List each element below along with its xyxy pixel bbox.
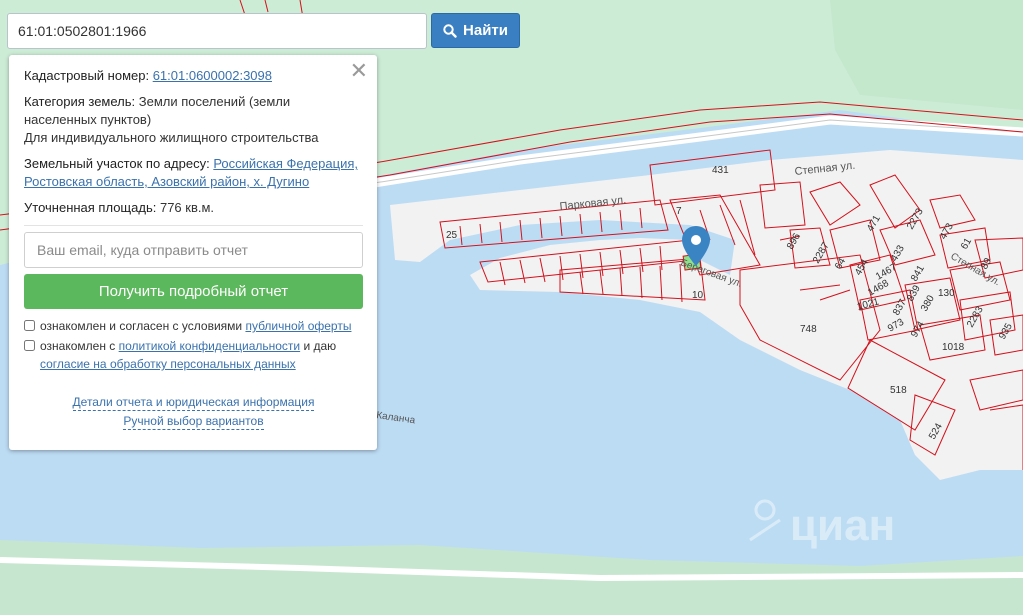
get-report-button[interactable]: Получить подробный отчет: [24, 274, 363, 309]
public-offer-link[interactable]: публичной оферты: [245, 319, 351, 333]
cadastral-search-input[interactable]: [7, 13, 427, 49]
address-label: Земельный участок по адресу:: [24, 156, 210, 171]
personal-data-consent-link[interactable]: согласие на обработку персональных данны…: [40, 357, 296, 371]
close-icon[interactable]: ✕: [350, 60, 368, 82]
manual-selection-link[interactable]: Ручной выбор вариантов: [123, 414, 264, 430]
consent-privacy-line2: согласие на обработку персональных данны…: [24, 355, 363, 373]
cadastral-row: Кадастровый номер: 61:01:0600002:3098: [24, 67, 363, 85]
cadastral-label: Кадастровый номер:: [24, 68, 150, 83]
address-row: Земельный участок по адресу: Российская …: [24, 155, 363, 191]
cadastral-number-link[interactable]: 61:01:0600002:3098: [153, 68, 272, 83]
parcel-number: 1018: [942, 342, 965, 353]
email-input[interactable]: [24, 232, 363, 268]
usage-value: Для индивидуального жилищного строительс…: [24, 130, 319, 145]
consent-offer-label: ознакомлен и согласен с условиями: [40, 319, 243, 333]
parcel-number: 518: [890, 385, 907, 396]
parcel-number: 748: [800, 324, 817, 335]
cian-watermark-text: циан: [790, 501, 895, 550]
search-button[interactable]: Найти: [431, 13, 520, 48]
area-label: Уточненная площадь:: [24, 200, 157, 215]
consent-offer-checkbox[interactable]: [24, 320, 35, 331]
search-icon: [443, 23, 457, 38]
search-button-label: Найти: [463, 22, 508, 39]
consent-privacy-label: ознакомлен с: [40, 339, 116, 353]
consent-privacy-text: ознакомлен с политикой конфиденциальност…: [40, 337, 336, 355]
parcel-number: 431: [712, 165, 729, 176]
consent-offer: ознакомлен и согласен с условиями публич…: [24, 317, 363, 335]
consent-privacy: ознакомлен с политикой конфиденциальност…: [24, 337, 363, 355]
parcel-info-panel: ✕ Кадастровый номер: 61:01:0600002:3098 …: [9, 55, 377, 450]
divider: [24, 225, 363, 226]
consent-offer-text: ознакомлен и согласен с условиями публич…: [40, 317, 351, 335]
parcel-number: 7: [676, 206, 682, 217]
area-value: 776 кв.м.: [159, 200, 215, 215]
privacy-policy-link[interactable]: политикой конфиденциальности: [119, 339, 300, 353]
footer-links: Детали отчета и юридическая информация Р…: [24, 395, 363, 430]
parcel-number: 25: [446, 230, 458, 241]
consent-privacy-checkbox[interactable]: [24, 340, 35, 351]
report-details-link[interactable]: Детали отчета и юридическая информация: [72, 395, 315, 411]
consent-privacy-mid: и даю: [303, 339, 337, 353]
category-row: Категория земель: Земли поселений (земли…: [24, 93, 363, 147]
parcel-number: 130: [938, 288, 955, 299]
category-label: Категория земель:: [24, 94, 136, 109]
parcel-number: 10: [692, 290, 704, 301]
area-row: Уточненная площадь: 776 кв.м.: [24, 199, 363, 217]
